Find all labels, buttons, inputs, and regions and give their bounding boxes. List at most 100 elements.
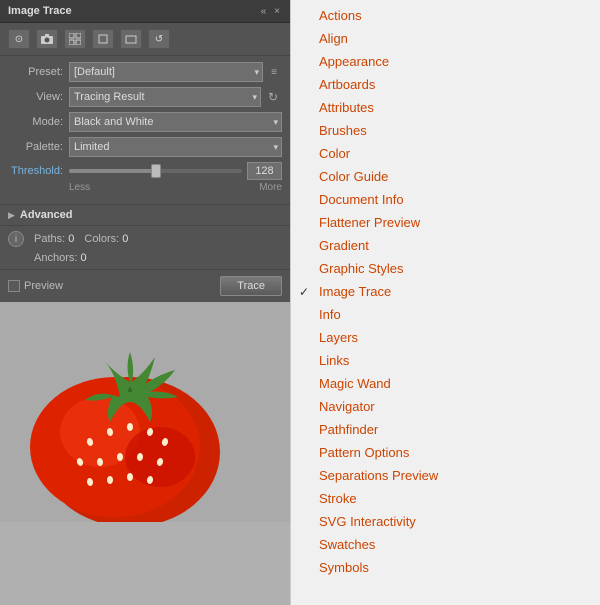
menu-item-label: Color <box>319 146 350 161</box>
view-select-wrap[interactable]: Tracing Result <box>69 87 261 107</box>
view-label: View: <box>8 91 63 103</box>
menu-item-label: Navigator <box>319 399 375 414</box>
colors-stat: Colors: 0 <box>84 233 128 245</box>
menu-item-symbols[interactable]: ✓Symbols <box>291 556 600 579</box>
camera-icon[interactable] <box>36 29 58 49</box>
menu-item-label: Align <box>319 31 348 46</box>
menu-item-label: Flattener Preview <box>319 215 420 230</box>
mode-row: Mode: Black and White <box>8 112 282 132</box>
threshold-max-label: More <box>259 182 282 193</box>
mode-label: Mode: <box>8 116 63 128</box>
mode-select[interactable]: Black and White <box>69 112 282 132</box>
preset-menu-icon[interactable]: ≡ <box>266 62 282 82</box>
threshold-minmax: Less More <box>8 182 282 193</box>
grid-view-icon[interactable] <box>64 29 86 49</box>
panel-title: Image Trace <box>8 5 72 17</box>
preview-label: Preview <box>24 280 63 292</box>
menu-item-label: Color Guide <box>319 169 388 184</box>
advanced-section[interactable]: ▶ Advanced <box>0 204 290 226</box>
colors-label: Colors: <box>84 233 119 245</box>
menu-item-pathfinder[interactable]: ✓Pathfinder <box>291 418 600 441</box>
preset-label: Preset: <box>8 66 63 78</box>
image-preview-area <box>0 302 290 605</box>
collapse-button[interactable]: « <box>259 6 269 17</box>
menu-item-label: Pattern Options <box>319 445 409 460</box>
trace-settings-form: Preset: [Default] ≡ View: Tracing Result… <box>0 56 290 204</box>
menu-item-links[interactable]: ✓Links <box>291 349 600 372</box>
menu-item-info[interactable]: ✓Info <box>291 303 600 326</box>
menu-item-label: Brushes <box>319 123 367 138</box>
palette-row: Palette: Limited <box>8 137 282 157</box>
panel-controls: « × <box>259 6 282 17</box>
menu-item-actions[interactable]: ✓Actions <box>291 4 600 27</box>
menu-item-label: Links <box>319 353 349 368</box>
menu-item-label: Magic Wand <box>319 376 391 391</box>
image-trace-panel: Image Trace « × ⊙ ↺ Preset: [Default] <box>0 0 290 605</box>
menu-item-document-info[interactable]: ✓Document Info <box>291 188 600 211</box>
refresh-icon[interactable]: ↻ <box>264 88 282 106</box>
menu-item-graphic-styles[interactable]: ✓Graphic Styles <box>291 257 600 280</box>
menu-item-label: Pathfinder <box>319 422 378 437</box>
stats-row: i Paths: 0 Colors: 0 <box>0 226 290 252</box>
menu-item-label: Attributes <box>319 100 374 115</box>
menu-item-gradient[interactable]: ✓Gradient <box>291 234 600 257</box>
advanced-label: Advanced <box>20 209 73 221</box>
mode-select-wrap[interactable]: Black and White <box>69 112 282 132</box>
anchors-label: Anchors: <box>34 252 77 264</box>
menu-item-label: Swatches <box>319 537 375 552</box>
menu-item-separations-preview[interactable]: ✓Separations Preview <box>291 464 600 487</box>
menu-item-color[interactable]: ✓Color <box>291 142 600 165</box>
preset-row: Preset: [Default] ≡ <box>8 62 282 82</box>
menu-item-appearance[interactable]: ✓Appearance <box>291 50 600 73</box>
preview-checkbox-wrap[interactable]: Preview <box>8 280 220 292</box>
trace-button[interactable]: Trace <box>220 276 282 296</box>
menu-item-label: Image Trace <box>319 284 391 299</box>
preset-select[interactable]: [Default] <box>69 62 263 82</box>
threshold-value-input[interactable] <box>247 162 282 180</box>
menu-item-label: Gradient <box>319 238 369 253</box>
menu-item-align[interactable]: ✓Align <box>291 27 600 50</box>
menu-item-svg-interactivity[interactable]: ✓SVG Interactivity <box>291 510 600 533</box>
rect-outline-icon[interactable] <box>120 29 142 49</box>
menu-item-flattener-preview[interactable]: ✓Flattener Preview <box>291 211 600 234</box>
menu-item-magic-wand[interactable]: ✓Magic Wand <box>291 372 600 395</box>
view-select[interactable]: Tracing Result <box>69 87 261 107</box>
threshold-min-label: Less <box>69 182 90 193</box>
menu-item-label: Graphic Styles <box>319 261 404 276</box>
menu-item-label: Document Info <box>319 192 404 207</box>
menu-item-navigator[interactable]: ✓Navigator <box>291 395 600 418</box>
checkmark-icon: ✓ <box>299 285 309 299</box>
threshold-slider[interactable] <box>69 169 242 173</box>
panel-title-bar: Image Trace « × <box>0 0 290 23</box>
square-icon[interactable] <box>92 29 114 49</box>
paths-stat: Paths: 0 <box>34 233 74 245</box>
menu-item-layers[interactable]: ✓Layers <box>291 326 600 349</box>
menu-item-label: Layers <box>319 330 358 345</box>
menu-item-stroke[interactable]: ✓Stroke <box>291 487 600 510</box>
menu-item-attributes[interactable]: ✓Attributes <box>291 96 600 119</box>
palette-select-wrap[interactable]: Limited <box>69 137 282 157</box>
colors-value: 0 <box>122 233 128 245</box>
window-menu-panel: ✓Actions✓Align✓Appearance✓Artboards✓Attr… <box>290 0 600 605</box>
preset-select-wrap[interactable]: [Default] <box>69 62 263 82</box>
menu-item-pattern-options[interactable]: ✓Pattern Options <box>291 441 600 464</box>
menu-item-artboards[interactable]: ✓Artboards <box>291 73 600 96</box>
menu-item-image-trace[interactable]: ✓ Image Trace <box>291 280 600 303</box>
close-button[interactable]: × <box>272 6 282 17</box>
icon-toolbar: ⊙ ↺ <box>0 23 290 56</box>
palette-label: Palette: <box>8 141 63 153</box>
undo-icon[interactable]: ↺ <box>148 29 170 49</box>
palette-select[interactable]: Limited <box>69 137 282 157</box>
auto-trace-icon[interactable]: ⊙ <box>8 29 30 49</box>
paths-value: 0 <box>68 233 74 245</box>
menu-item-brushes[interactable]: ✓Brushes <box>291 119 600 142</box>
menu-item-color-guide[interactable]: ✓Color Guide <box>291 165 600 188</box>
window-menu-list: ✓Actions✓Align✓Appearance✓Artboards✓Attr… <box>291 0 600 583</box>
anchors-stat: Anchors: 0 <box>34 252 87 264</box>
strawberry-svg <box>0 302 290 522</box>
info-icon: i <box>8 231 24 247</box>
menu-item-swatches[interactable]: ✓Swatches <box>291 533 600 556</box>
menu-item-label: Actions <box>319 8 362 23</box>
menu-item-label: Stroke <box>319 491 357 506</box>
preview-checkbox[interactable] <box>8 280 20 292</box>
